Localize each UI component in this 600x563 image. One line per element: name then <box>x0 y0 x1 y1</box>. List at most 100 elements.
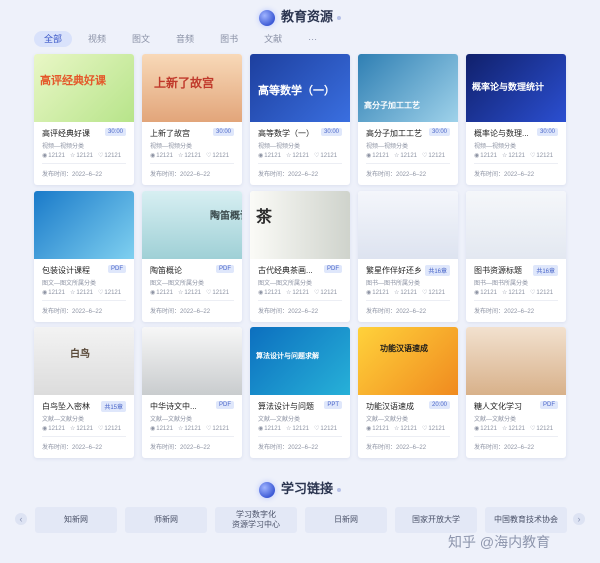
globe-icon <box>258 9 275 26</box>
card-date: 发布时间：2022–6–22 <box>42 445 103 451</box>
stat-item: ☆12121 <box>286 426 309 432</box>
stat-item: ♡12121 <box>98 426 121 432</box>
card-thumbnail[interactable] <box>34 191 134 259</box>
resource-card[interactable]: 繁星作伴好还乡 共16章 图书—图书所属分类 ◉12121 ☆12121 ♡12121 发布… <box>358 191 458 322</box>
card-thumbnail[interactable]: 算法设计与问题求解 <box>250 327 350 395</box>
heart-icon: ☆ <box>393 426 400 432</box>
card-date: 发布时间：2022–6–22 <box>150 445 211 451</box>
resource-card[interactable]: 图书资源标题 共16章 图书—图书所属分类 ◉12121 ☆12121 ♡12121 发布时… <box>466 191 566 322</box>
card-title[interactable]: 上新了故宫 <box>150 128 210 139</box>
card-divider <box>366 163 450 164</box>
links-next-arrow[interactable]: › <box>573 513 585 525</box>
card-thumbnail[interactable]: 高评经典好课 <box>34 54 134 122</box>
link-zhixin[interactable]: 知新网 <box>35 507 117 533</box>
stat-value: 12121 <box>508 290 526 296</box>
card-title[interactable]: 繁星作伴好还乡 <box>366 265 426 276</box>
stat-value: 12121 <box>76 290 94 296</box>
card-title[interactable]: 概率论与数理... <box>474 128 534 139</box>
resource-card[interactable]: 上新了故宫 上新了故宫 30:00 视频—视频分类 ◉12121 ☆12121 ♡12121… <box>142 54 242 185</box>
card-thumbnail[interactable]: 茶 <box>250 191 350 259</box>
card-badge: 30:00 <box>320 128 342 136</box>
card-title[interactable]: 古代经典茶画... <box>258 265 318 276</box>
tab-video[interactable]: 视频 <box>78 31 116 47</box>
resource-card[interactable]: 算法设计与问题求解 算法设计与问题 PPT 文献—文献分类 ◉12121 ☆12121 ♡1… <box>250 327 350 458</box>
card-thumbnail[interactable]: 上新了故宫 <box>142 54 242 122</box>
resource-card[interactable]: 高分子加工工艺 高分子加工工艺 30:00 视频—视频分类 ◉12121 ☆12121 ♡1… <box>358 54 458 185</box>
card-category: 视频—视频分类 <box>258 144 301 150</box>
link-shixin[interactable]: 师新网 <box>125 507 207 533</box>
heart-icon: ☆ <box>177 426 184 432</box>
stat-item: ♡12121 <box>206 290 229 296</box>
card-category: 图文—图文所属分类 <box>42 281 97 287</box>
star-icon: ♡ <box>98 153 104 159</box>
resource-card[interactable]: 概率论与数理统计 概率论与数理... 30:00 视频—视频分类 ◉12121 ☆1212… <box>466 54 566 185</box>
card-thumbnail[interactable]: 高等数学（一） <box>250 54 350 122</box>
star-icon: ♡ <box>422 153 428 159</box>
tab-all[interactable]: 全部 <box>34 31 73 47</box>
card-title[interactable]: 白鸟坠入密林 <box>42 401 102 412</box>
stat-value: 12121 <box>480 426 497 432</box>
resource-card[interactable]: 包装设计课程 PDF 图文—图文所属分类 ◉12121 ☆12121 ♡12121 发布时间… <box>34 191 134 322</box>
stat-value: 12121 <box>212 153 230 159</box>
stat-value: 12121 <box>156 290 173 296</box>
card-title[interactable]: 陶笛概论 <box>150 265 210 276</box>
card-thumbnail[interactable] <box>466 191 566 259</box>
stat-item: ☆12121 <box>178 290 201 296</box>
card-title[interactable]: 高分子加工工艺 <box>366 128 426 139</box>
card-thumbnail[interactable] <box>358 191 458 259</box>
tab-books[interactable]: 图书 <box>210 31 248 47</box>
card-stats: ◉12121 ☆12121 ♡12121 <box>150 425 234 432</box>
card-divider <box>474 300 558 301</box>
card-title[interactable]: 中华诗文中... <box>150 401 210 412</box>
heart-icon: ☆ <box>285 426 292 432</box>
card-badge: 30:00 <box>212 128 234 136</box>
stat-value: 12121 <box>76 426 94 432</box>
heart-icon: ☆ <box>177 153 184 159</box>
resource-card[interactable]: 糖人文化学习 PDF 文献—文献分类 ◉12121 ☆12121 ♡12121 发布时间：2… <box>466 327 566 458</box>
card-title[interactable]: 图书资源标题 <box>474 265 534 276</box>
resource-card[interactable]: 白鸟 白鸟坠入密林 共15章 文献—文献分类 ◉12121 ☆12121 ♡12121 发布时… <box>34 327 134 458</box>
stat-item: ♡12121 <box>206 153 229 159</box>
stat-value: 12121 <box>184 426 202 432</box>
card-divider <box>258 163 342 164</box>
resource-card[interactable]: 功能汉语速成 功能汉语速成 20:00 文献—文献分类 ◉12121 ☆12121 ♡121… <box>358 327 458 458</box>
card-thumbnail[interactable] <box>142 327 242 395</box>
link-edu-tech-assoc[interactable]: 中国教育技术协会 <box>485 507 567 533</box>
card-thumbnail[interactable]: 概率论与数理统计 <box>466 54 566 122</box>
resource-card[interactable]: 高评经典好课 高评经典好课 30:00 视频—视频分类 ◉12121 ☆12121 ♡121… <box>34 54 134 185</box>
thumbnail-title: 白鸟 <box>70 349 90 360</box>
card-category: 文献—文献分类 <box>474 417 517 423</box>
card-title[interactable]: 高评经典好课 <box>42 128 102 139</box>
stat-item: ◉12121 <box>150 153 173 159</box>
tab-graphic[interactable]: 图文 <box>122 31 160 47</box>
card-thumbnail[interactable] <box>466 327 566 395</box>
link-open-university[interactable]: 国家开放大学 <box>395 507 477 533</box>
tab-more[interactable]: ··· <box>298 31 327 47</box>
tab-literature[interactable]: 文献 <box>254 31 292 47</box>
link-digital-center[interactable]: 学习数字化 资源学习中心 <box>215 507 297 533</box>
links-prev-arrow[interactable]: ‹ <box>15 513 27 525</box>
resource-card[interactable]: 中华诗文中... PDF 文献—文献分类 ◉12121 ☆12121 ♡12121 发布时间… <box>142 327 242 458</box>
tab-audio[interactable]: 音频 <box>166 31 204 47</box>
card-date: 发布时间：2022–6–22 <box>366 172 427 178</box>
card-title[interactable]: 算法设计与问题 <box>258 401 318 412</box>
link-rixin[interactable]: 日新网 <box>305 507 387 533</box>
resource-card[interactable]: 陶笛概论陶笛概论PDF图文—图文所属分类◉12121☆12121♡12121发布… <box>142 191 242 322</box>
card-date: 发布时间：2022–6–22 <box>258 172 319 178</box>
resource-card[interactable]: 茶古代经典茶画... PDF 图文—图文所属分类 ◉12121 ☆12121 ♡12121… <box>250 191 350 322</box>
card-title[interactable]: 包装设计课程 <box>42 265 102 276</box>
card-title[interactable]: 功能汉语速成 <box>366 401 426 412</box>
resource-card[interactable]: 高等数学（一） 高等数学（一） 30:00 视频—视频分类 ◉12121 ☆12121 ♡1… <box>250 54 350 185</box>
stat-item: ♡12121 <box>422 153 445 159</box>
card-thumbnail[interactable]: 白鸟 <box>34 327 134 395</box>
card-stats: ◉12121 ☆12121 ♡12121 <box>366 289 450 296</box>
stat-value: 12121 <box>320 290 338 296</box>
stat-value: 12121 <box>536 426 554 432</box>
card-title[interactable]: 高等数学（一） <box>258 128 318 139</box>
card-thumbnail[interactable]: 功能汉语速成 <box>358 327 458 395</box>
card-thumbnail[interactable]: 高分子加工工艺 <box>358 54 458 122</box>
card-thumbnail[interactable]: 陶笛概论 <box>142 191 242 259</box>
card-title[interactable]: 糖人文化学习 <box>474 401 534 412</box>
section-title-links: 学习链接 <box>0 478 600 498</box>
stat-value: 12121 <box>508 153 526 159</box>
